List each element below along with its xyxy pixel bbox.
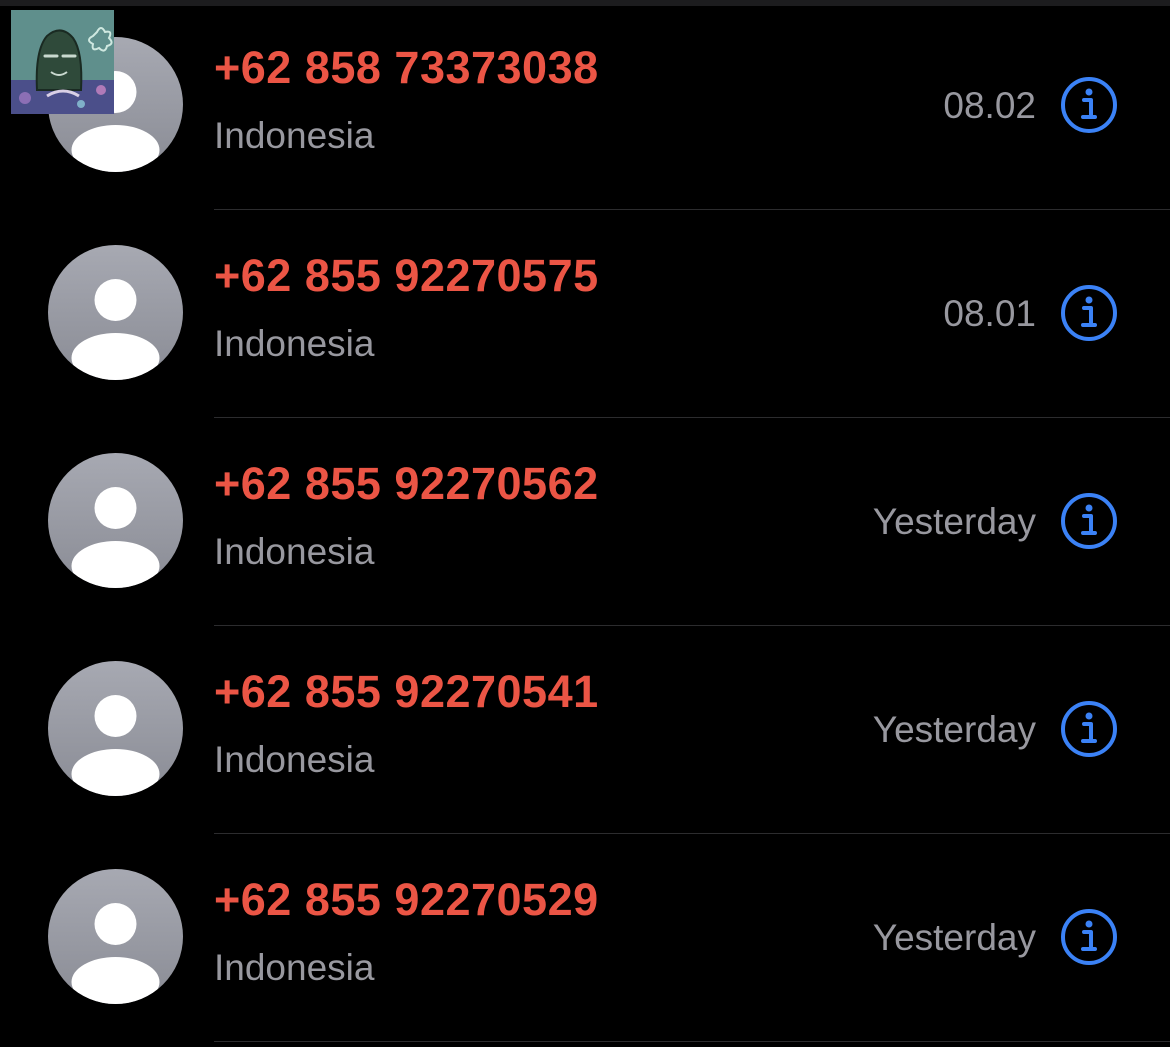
info-button[interactable] xyxy=(1059,907,1119,967)
caller-number: +62 858 73373038 xyxy=(214,42,599,93)
caller-location: Indonesia xyxy=(214,531,375,572)
call-row[interactable]: +62 855 92270529 Indonesia Yesterday xyxy=(0,832,1170,1040)
contact-avatar xyxy=(48,661,183,796)
call-time: 08.01 xyxy=(943,293,1036,334)
contact-avatar xyxy=(48,453,183,588)
info-circle-icon xyxy=(1061,285,1117,341)
call-time: Yesterday xyxy=(872,501,1036,542)
call-time: Yesterday xyxy=(872,709,1036,750)
row-separator xyxy=(214,1041,1170,1042)
caller-location: Indonesia xyxy=(214,323,375,364)
caller-number: +62 855 92270529 xyxy=(214,874,599,925)
caller-location: Indonesia xyxy=(214,947,375,988)
person-placeholder-icon xyxy=(71,695,160,796)
cartoon-sticker-thumbnail xyxy=(11,10,114,114)
caller-location: Indonesia xyxy=(214,739,375,780)
call-row[interactable]: +62 855 92270575 Indonesia 08.01 xyxy=(0,208,1170,416)
call-row[interactable]: +62 858 73373038 Indonesia 08.02 xyxy=(0,0,1170,208)
info-circle-icon xyxy=(1061,909,1117,965)
caller-number: +62 855 92270575 xyxy=(214,250,599,301)
person-placeholder-icon xyxy=(71,487,160,588)
call-time: 08.02 xyxy=(943,85,1036,126)
contact-avatar xyxy=(48,245,183,380)
info-button[interactable] xyxy=(1059,699,1119,759)
info-button[interactable] xyxy=(1059,491,1119,551)
person-placeholder-icon xyxy=(71,903,160,1004)
person-placeholder-icon xyxy=(71,279,160,380)
caller-number: +62 855 92270541 xyxy=(214,666,599,717)
info-button[interactable] xyxy=(1059,75,1119,135)
info-circle-icon xyxy=(1061,701,1117,757)
caller-number: +62 855 92270562 xyxy=(214,458,599,509)
call-time: Yesterday xyxy=(872,917,1036,958)
info-circle-icon xyxy=(1061,77,1117,133)
call-row[interactable]: +62 855 92270562 Indonesia Yesterday xyxy=(0,416,1170,624)
info-circle-icon xyxy=(1061,493,1117,549)
contact-avatar xyxy=(48,869,183,1004)
call-row[interactable]: +62 855 92270541 Indonesia Yesterday xyxy=(0,624,1170,832)
info-button[interactable] xyxy=(1059,283,1119,343)
caller-location: Indonesia xyxy=(214,115,375,156)
